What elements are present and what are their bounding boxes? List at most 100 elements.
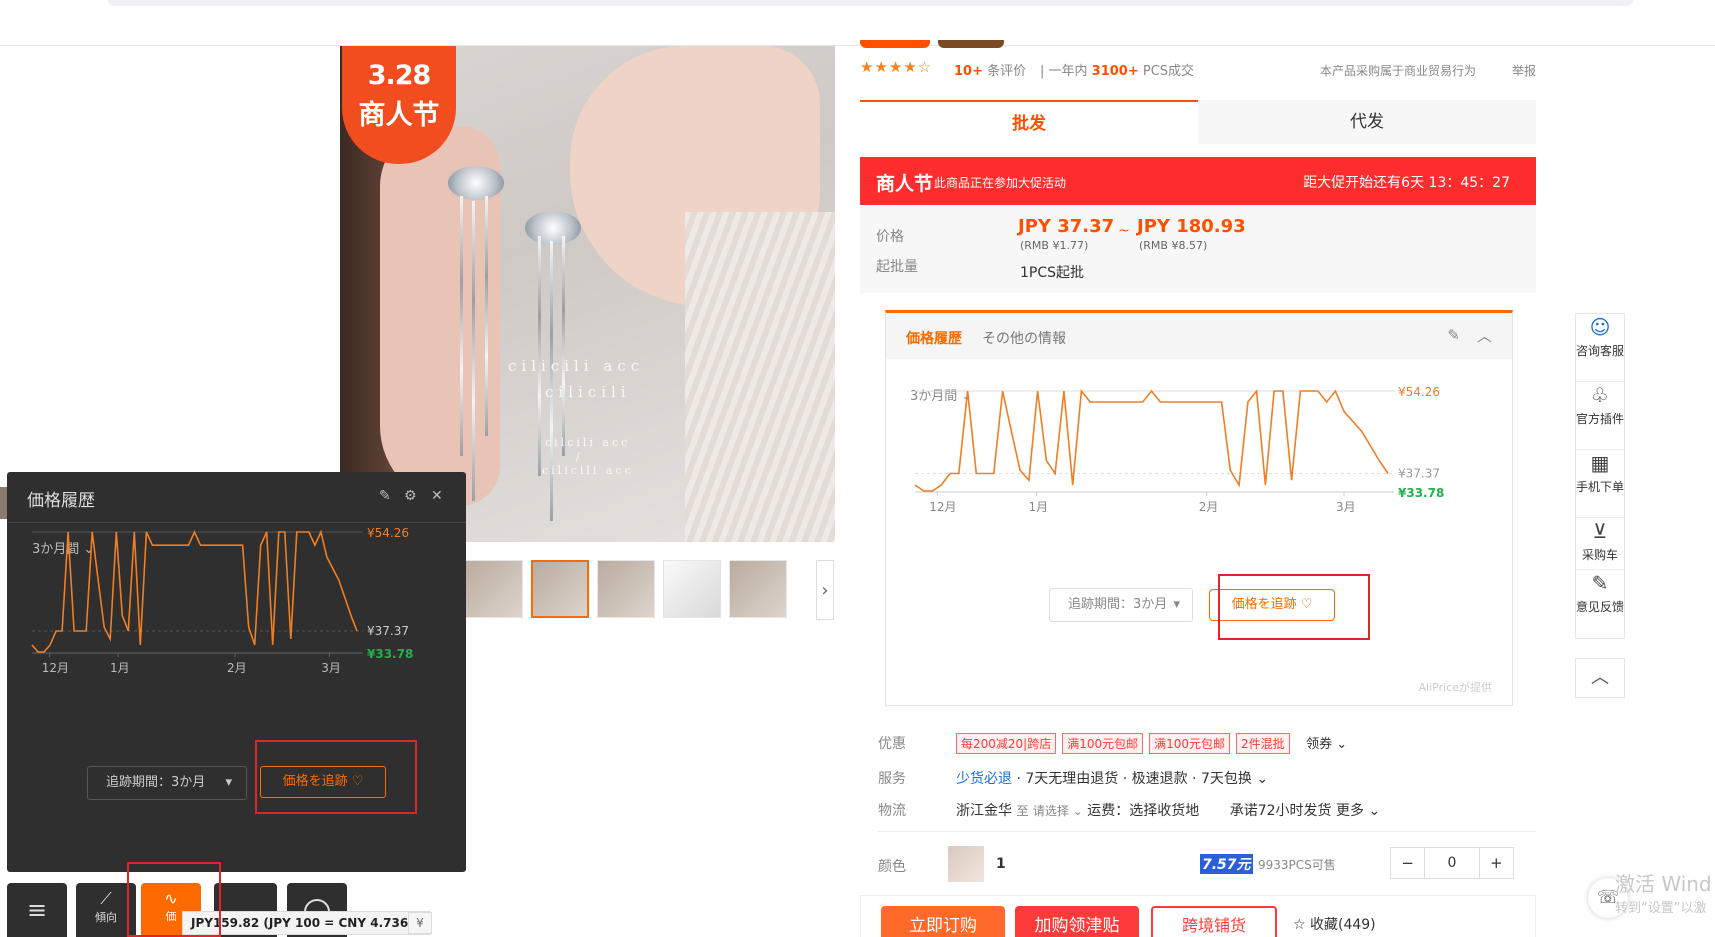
right-sidebar: ☺ 咨询客服 ♧ 官方插件 ▦ 手机下单 ⊻ 采购车 ✎ 意见反馈	[1575, 313, 1625, 639]
sidebar-item-label: 手机下单	[1576, 480, 1625, 494]
tab-dropship[interactable]: 代发	[1198, 100, 1536, 144]
y-label-current: ¥37.37	[367, 624, 409, 638]
thumbnail-active[interactable]	[531, 560, 589, 618]
x-tick-label: 2月	[1199, 500, 1219, 514]
image-watermark: cilicili	[545, 383, 631, 401]
qty-input[interactable]: 0	[1424, 848, 1480, 878]
x-tick-label: 1月	[1029, 500, 1049, 514]
sidebar-item-plugin[interactable]: ♧ 官方插件	[1576, 382, 1624, 450]
sidebar-item-mobile[interactable]: ▦ 手机下单	[1576, 450, 1624, 518]
price-box: 价格 起批量 JPY 37.37 (RMB ¥1.77) ~ JPY 180.9…	[860, 205, 1536, 293]
cross-border-button[interactable]: 跨境铺货	[1151, 906, 1277, 937]
tab-wholesale[interactable]: 批发	[860, 100, 1198, 144]
price-low: JPY 37.37	[1018, 216, 1115, 237]
chevron-up-icon: ︿	[1591, 667, 1609, 688]
discount-row: 优惠 每200减20|跨店 满100元包邮 满100元包邮 2件混批 领券 ⌄	[878, 733, 1498, 757]
sidebar-item-cart[interactable]: ⊻ 采购车	[1576, 518, 1624, 570]
image-watermark: cilicili acc	[508, 357, 645, 375]
highlight-box	[127, 862, 221, 937]
tracking-period-label: 追跡期間：3か月	[106, 775, 206, 790]
buy-bar: 立即订购 加购领津贴 跨境铺货 ☆ 收藏(449)	[860, 895, 1536, 937]
sold-number: 3100+	[1091, 64, 1139, 79]
chevron-down-icon[interactable]: ⌄	[1256, 771, 1268, 787]
image-watermark: cilcili acc	[545, 436, 631, 449]
tracking-period-select[interactable]: 追跡期間：3か月 ▾	[87, 766, 247, 800]
service-link[interactable]: 少货必退	[956, 771, 1012, 787]
sold-count: | 一年内 3100+ PCS成交	[1040, 64, 1195, 79]
price-label: 价格	[876, 229, 904, 245]
add-cart-button[interactable]: 加购领津贴	[1015, 906, 1139, 937]
tracking-period-select[interactable]: 追跡期間：3か月 ▾	[1049, 588, 1193, 622]
thumbnail[interactable]	[465, 560, 523, 618]
exchange-icon[interactable]: ¥	[408, 912, 432, 934]
thumbnail[interactable]	[729, 560, 787, 618]
price-history-chart-dark: ¥54.26 ¥37.37 ¥33.78 12月 1月 2月 3月	[31, 526, 413, 675]
y-label-max: ¥54.26	[367, 526, 409, 540]
dock-menu-button[interactable]: ≡	[7, 883, 67, 937]
coupon-link[interactable]: 领券 ⌄	[1306, 737, 1347, 752]
discount-tag[interactable]: 2件混批	[1236, 733, 1290, 754]
sidebar-item-feedback[interactable]: ✎ 意见反馈	[1576, 570, 1624, 638]
panel-edge-thumbnail	[0, 487, 7, 519]
thumbnail-strip	[465, 560, 787, 620]
divider	[878, 831, 1536, 832]
aliprice-panel: 価格履歴 その他の情報 ✎ ︿ 3か月間 ⌄ ¥54.26 ¥37.37 ¥33.7…	[885, 310, 1513, 706]
qty-plus-button[interactable]: +	[1480, 848, 1513, 878]
image-chain	[460, 196, 463, 456]
logistics-destination-select[interactable]: 请选择 ⌄	[1033, 804, 1083, 818]
promo-desc: 此商品正在参加大促活动	[934, 176, 1067, 190]
thumbnail[interactable]	[597, 560, 655, 618]
image-sweater	[685, 212, 835, 542]
discount-tag[interactable]: 满100元包邮	[1062, 733, 1144, 754]
qty-minus-button[interactable]: −	[1391, 848, 1424, 878]
discount-tag[interactable]: 每200减20|跨店	[956, 733, 1057, 754]
logistics-from: 浙江金华	[956, 803, 1012, 819]
promo-banner: 商人节 此商品正在参加大促活动 距大促开始还有6天 13：45：27	[860, 157, 1536, 205]
discount-tag[interactable]: 满100元包邮	[1149, 733, 1231, 754]
sold-prefix: 一年内	[1048, 64, 1088, 79]
festival-badge-text: 商人节	[358, 100, 440, 131]
highlight-box	[1218, 574, 1370, 640]
y-label-max: ¥54.26	[1398, 385, 1440, 399]
image-watermark: /	[576, 450, 585, 463]
service-row: 服务 少货必退 · 7天无理由退货 · 极速退款 · 7天包换 ⌄	[878, 768, 1498, 790]
review-count-number: 10+	[954, 64, 983, 79]
color-label: 颜色	[878, 859, 906, 875]
logistics-values: 浙江金华 至 请选择 ⌄ 运费：选择收货地 承诺72小时发货 更多 ⌄	[956, 800, 1380, 820]
back-to-top-button[interactable]: ︿	[1575, 658, 1625, 698]
review-count[interactable]: 10+ 条评价	[954, 60, 1026, 79]
thumbnail[interactable]	[663, 560, 721, 618]
report-link[interactable]: 举报	[1512, 62, 1536, 79]
favorite-button[interactable]: ☆ 收藏(449)	[1293, 914, 1376, 934]
sold-suffix: PCS成交	[1142, 64, 1195, 79]
service-values: 少货必退 · 7天无理由退货 · 极速退款 · 7天包换 ⌄	[956, 768, 1268, 788]
buy-now-button[interactable]: 立即订购	[881, 906, 1005, 937]
sidebar-item-label: 采购车	[1581, 548, 1618, 562]
festival-badge-date: 3.28	[367, 60, 432, 91]
sidebar-item-label: 官方插件	[1576, 412, 1625, 426]
color-swatch[interactable]	[948, 846, 984, 882]
promo-name: 商人节	[876, 173, 934, 195]
cart-icon: ⊻	[1592, 519, 1608, 543]
image-watermark: cilicili acc	[542, 464, 634, 477]
search-box-edge[interactable]	[108, 0, 1633, 6]
chevron-right-icon: ›	[821, 579, 829, 601]
sidebar-item-customer-service[interactable]: ☺ 咨询客服	[1576, 314, 1624, 382]
caret-down-icon: ▾	[225, 775, 232, 790]
color-value: 1	[996, 856, 1006, 872]
y-label-current: ¥37.37	[1398, 466, 1440, 480]
logistics-more[interactable]: 更多 ⌄	[1336, 803, 1380, 819]
thumbnail-next-button[interactable]: ›	[816, 560, 834, 620]
x-tick-label: 2月	[227, 661, 247, 675]
discount-label: 优惠	[878, 736, 906, 752]
dock-trend-label: 傾向	[95, 911, 117, 924]
moq-label: 起批量	[876, 259, 918, 275]
image-chain	[550, 241, 553, 521]
qr-code-icon: ▦	[1590, 451, 1610, 475]
color-price: 7.57元	[1200, 854, 1253, 874]
x-tick-label: 12月	[929, 500, 956, 514]
title-tag	[860, 40, 930, 48]
image-chain	[538, 236, 541, 476]
price-low-rmb: (RMB ¥1.77)	[1020, 239, 1089, 252]
trade-notice: 本产品采购属于商业贸易行为	[1319, 64, 1476, 78]
